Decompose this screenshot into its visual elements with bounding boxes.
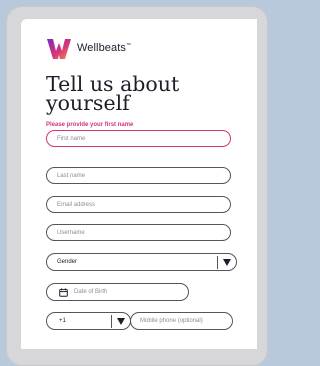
select-divider	[217, 256, 218, 269]
email-field[interactable]: Email address	[46, 196, 231, 213]
last-name-field[interactable]: Last name	[46, 167, 231, 184]
dob-placeholder: Date of Birth	[74, 289, 108, 295]
brand-name: Wellbeats™	[77, 42, 132, 54]
logo: Wellbeats™	[46, 35, 131, 61]
wellbeats-logo-icon	[47, 39, 71, 59]
username-placeholder: Username	[57, 229, 85, 236]
gender-value: Gender	[57, 259, 78, 265]
mobile-phone-field[interactable]: Mobile phone (optional)	[130, 312, 233, 330]
country-code-select[interactable]: +1	[46, 312, 131, 330]
select-divider	[111, 315, 112, 328]
chevron-down-icon[interactable]	[117, 318, 125, 325]
last-name-placeholder: Last name	[57, 172, 86, 179]
first-name-field[interactable]: First name	[46, 130, 231, 147]
gender-select[interactable]: Gender	[46, 253, 237, 271]
date-of-birth-field[interactable]: Date of Birth	[46, 283, 189, 301]
phone-placeholder: Mobile phone (optional)	[140, 318, 203, 324]
first-name-error: Please provide your first name	[46, 122, 134, 128]
page-title: Tell us about yourself	[46, 72, 180, 115]
country-code-value: +1	[59, 318, 66, 324]
email-placeholder: Email address	[57, 201, 96, 208]
first-name-placeholder: First name	[57, 135, 86, 142]
signup-screen: Wellbeats™ Tell us about yourself Please…	[21, 19, 257, 349]
username-field[interactable]: Username	[46, 224, 231, 241]
chevron-down-icon[interactable]	[223, 259, 231, 266]
calendar-icon	[59, 287, 68, 297]
